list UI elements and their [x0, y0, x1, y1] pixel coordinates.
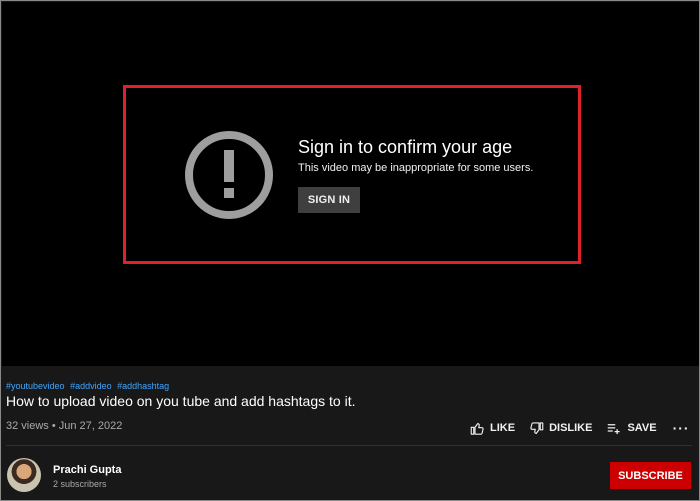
- video-stats: 32 views • Jun 27, 2022: [6, 420, 123, 432]
- save-label: SAVE: [627, 422, 657, 434]
- avatar[interactable]: [7, 458, 41, 492]
- channel-name[interactable]: Prachi Gupta: [53, 464, 121, 476]
- age-gate-title: Sign in to confirm your age: [298, 137, 513, 157]
- youtube-watch-page: Sign in to confirm your age This video m…: [0, 0, 700, 501]
- hashtag-link[interactable]: #youtubevideo: [6, 381, 65, 391]
- action-bar: LIKE DISLIKE SAVE ···: [470, 418, 690, 438]
- like-button[interactable]: LIKE: [470, 421, 515, 436]
- playlist-add-icon: [608, 423, 621, 434]
- video-title: How to upload video on you tube and add …: [6, 393, 356, 409]
- divider: [6, 445, 692, 446]
- subscribe-button[interactable]: SUBSCRIBE: [610, 462, 691, 489]
- subscriber-count: 2 subscribers: [53, 479, 107, 489]
- sign-in-button[interactable]: SIGN IN: [298, 187, 360, 213]
- video-player[interactable]: Sign in to confirm your age This video m…: [2, 2, 699, 366]
- hashtag-link[interactable]: #addvideo: [70, 381, 112, 391]
- dislike-label: DISLIKE: [549, 422, 593, 434]
- hashtag-list: #youtubevideo #addvideo #addhashtag: [6, 381, 172, 391]
- video-metadata: #youtubevideo #addvideo #addhashtag How …: [2, 366, 699, 500]
- exclamation-circle-icon: [185, 131, 273, 219]
- save-button[interactable]: SAVE: [606, 421, 657, 436]
- hashtag-link[interactable]: #addhashtag: [117, 381, 169, 391]
- more-options-icon[interactable]: ···: [673, 420, 690, 436]
- thumbs-up-icon: [470, 422, 484, 435]
- dislike-button[interactable]: DISLIKE: [529, 421, 592, 436]
- age-gate-subtitle: This video may be inappropriate for some…: [298, 162, 534, 174]
- like-label: LIKE: [490, 422, 516, 434]
- thumbs-down-icon: [530, 421, 544, 434]
